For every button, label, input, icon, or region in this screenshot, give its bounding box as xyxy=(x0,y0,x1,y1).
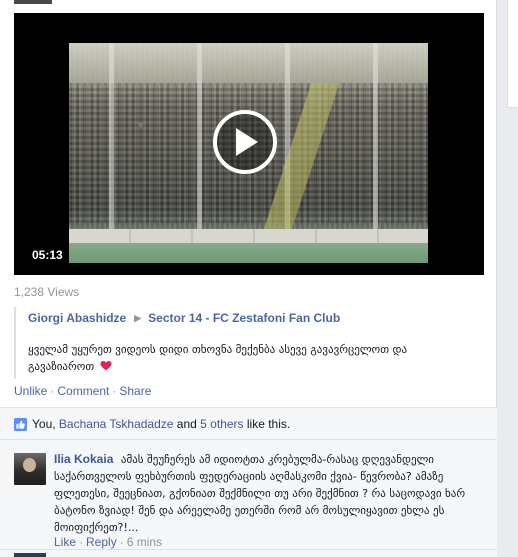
right-column-card xyxy=(507,0,518,108)
separator: · xyxy=(79,535,84,549)
likes-text: You, Bachana Tskhadadze and 5 others lik… xyxy=(32,417,291,431)
separator: · xyxy=(112,384,117,398)
triangle-right-icon: ▶ xyxy=(134,313,142,323)
share-message: ყველამ უყურეთ ვიდეოს დიდი თხოვნა მექენბა… xyxy=(28,341,468,375)
view-count: 1,238 Views xyxy=(14,285,80,299)
share-author-link[interactable]: Giorgi Abashidze xyxy=(28,311,126,325)
heart-icon xyxy=(100,361,112,371)
divider xyxy=(0,549,497,550)
play-button[interactable] xyxy=(213,110,277,174)
likes-summary: You, Bachana Tskhadadze and 5 others lik… xyxy=(0,408,497,440)
avatar[interactable] xyxy=(14,453,46,485)
comment-like-link[interactable]: Like xyxy=(54,535,76,549)
next-comment-avatar xyxy=(14,553,46,557)
liker-name-link[interactable]: Bachana Tskhadadze xyxy=(59,417,174,431)
unlike-link[interactable]: Unlike xyxy=(14,384,47,398)
feedback-section: You, Bachana Tskhadadze and 5 others lik… xyxy=(0,407,497,557)
comment-author-link[interactable]: Ilia Kokaia xyxy=(54,452,113,466)
video-duration: 05:13 xyxy=(28,246,67,264)
play-icon xyxy=(236,128,258,156)
post-card: 05:13 1,238 Views Giorgi Abashidze ▶ Secto… xyxy=(0,0,497,557)
video-player[interactable]: 05:13 xyxy=(14,13,484,275)
comment-link[interactable]: Comment xyxy=(57,384,109,398)
comment-reply-link[interactable]: Reply xyxy=(86,535,117,549)
share-link[interactable]: Share xyxy=(119,384,151,398)
others-link[interactable]: 5 others xyxy=(200,417,243,431)
share-message-text: ყველამ უყურეთ ვიდეოს დიდი თხოვნა მექენბა… xyxy=(28,343,408,373)
separator: · xyxy=(119,535,124,549)
post-actions: Unlike · Comment · Share xyxy=(14,384,151,398)
previous-post-image xyxy=(14,0,52,4)
shared-post: Giorgi Abashidze ▶ Sector 14 - FC Zestafon… xyxy=(14,307,484,379)
comment-item: Ilia Kokaia ამას შეუჩერეს ამ იდიოტთა კრე… xyxy=(0,441,497,551)
comment-timestamp[interactable]: 6 mins xyxy=(127,535,162,549)
share-target-link[interactable]: Sector 14 - FC Zestafoni Fan Club xyxy=(148,311,340,325)
share-header: Giorgi Abashidze ▶ Sector 14 - FC Zestafon… xyxy=(28,311,340,325)
comment-body: Ilia Kokaia ამას შეუჩერეს ამ იდიოტთა კრე… xyxy=(54,451,474,536)
thumbs-up-icon xyxy=(14,418,27,431)
comment-text: ამას შეუჩერეს ამ იდიოტთა კრებულმა-რასაც … xyxy=(54,453,466,534)
separator: · xyxy=(50,384,55,398)
comment-actions: Like · Reply · 6 mins xyxy=(54,535,162,549)
